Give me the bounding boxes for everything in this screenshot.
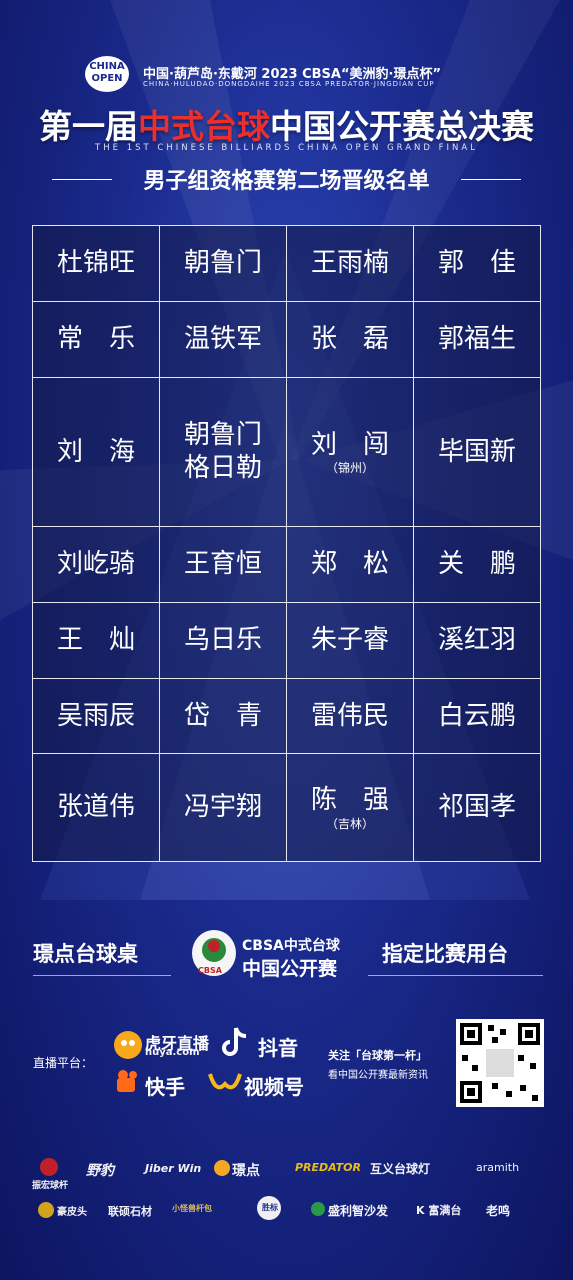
huya-icon — [114, 1031, 142, 1059]
huya-url: huya.com — [145, 1047, 200, 1058]
table-row: 吴雨辰 岱 青 雷伟民 白云鹏 — [32, 677, 541, 755]
brand-2: 野豹 — [86, 1163, 114, 1179]
platform-kuaishou[interactable]: 快手 — [145, 1071, 185, 1100]
follow-text: 关注「台球第一杆」 — [328, 1049, 427, 1062]
player-cell: 张道伟 — [32, 753, 160, 862]
main-title: 第一届中式台球中国公开赛总决赛 — [0, 100, 573, 148]
player-cell: 郭福生 — [413, 300, 541, 378]
player-cell: 郑 松 — [286, 526, 414, 603]
player-cell: 白云鹏 — [413, 677, 541, 755]
brand-13: K 富满台 — [416, 1204, 462, 1217]
player-cell: 王育恒 — [159, 526, 287, 603]
player-cell: 毕国新 — [413, 376, 541, 528]
brand-7: aramith — [476, 1161, 520, 1174]
roster-table: 杜锦旺 朝鲁门 王雨楠 郭 佳 常 乐 温铁军 张 磊 郭福生 刘 海 朝鲁门 … — [32, 225, 541, 862]
follow-subtext: 看中国公开赛最新资讯 — [328, 1070, 428, 1081]
brand-14: 老鸣 — [486, 1204, 511, 1218]
player-cell: 溪红羽 — [413, 601, 541, 679]
player-name-line2: 格日勒 — [183, 452, 262, 483]
player-cell: 岱 青 — [159, 677, 287, 755]
qr-pattern-icon — [460, 1023, 540, 1103]
player-cell: 张 磊 — [286, 300, 414, 378]
platform-shipinhao[interactable]: 视频号 — [244, 1071, 304, 1100]
player-name: 陈 强 — [310, 785, 389, 816]
divider — [33, 975, 171, 976]
brand-8: 豪皮头 — [57, 1207, 87, 1218]
douyin-icon — [222, 1027, 247, 1056]
brand-6: 互义台球灯 — [370, 1162, 431, 1176]
brand-10: 小怪兽杆包 — [172, 1204, 212, 1213]
event-subtitle-en: CHINA·HULUDAO·DONGDAIHE 2023 CBSA PREDAT… — [143, 80, 435, 88]
player-cell: 刘屹骑 — [32, 526, 160, 603]
table-row: 杜锦旺 朝鲁门 王雨楠 郭 佳 — [32, 225, 541, 302]
player-note: （吉林） — [325, 816, 374, 831]
player-cell: 温铁军 — [159, 300, 287, 378]
table-row: 张道伟 冯宇翔 陈 强 （吉林） 祁国孝 — [32, 753, 541, 862]
player-name: 朝鲁门 — [183, 420, 262, 451]
brand-4: 璟点 — [232, 1163, 260, 1179]
player-cell: 朝鲁门 — [159, 225, 287, 302]
player-cell: 吴雨辰 — [32, 677, 160, 755]
player-cell: 乌日乐 — [159, 601, 287, 679]
divider-right — [461, 179, 521, 180]
cbsa-line2: 中国公开赛 — [242, 958, 338, 980]
cbsa-line1: CBSA中式台球 — [242, 938, 340, 954]
sponsor-table-brand: 璟点台球桌 — [33, 942, 138, 966]
sponsor-official-table: 指定比赛用台 — [382, 942, 508, 966]
qr-code[interactable] — [456, 1019, 544, 1107]
player-cell: 常 乐 — [32, 300, 160, 378]
brand-9: 联硕石材 — [108, 1205, 152, 1218]
title-highlight: 中式台球 — [138, 107, 270, 146]
player-cell: 朱子睿 — [286, 601, 414, 679]
player-cell: 王 灿 — [32, 601, 160, 679]
player-cell: 朝鲁门 格日勒 — [159, 376, 287, 528]
player-cell: 祁国孝 — [413, 753, 541, 862]
player-note: （锦州） — [325, 461, 374, 476]
divider — [368, 975, 543, 976]
brand-logo-icon — [311, 1202, 325, 1216]
table-row: 王 灿 乌日乐 朱子睿 溪红羽 — [32, 601, 541, 679]
player-cell: 王雨楠 — [286, 225, 414, 302]
brand-3: Jiber Win — [145, 1162, 202, 1175]
channels-icon — [208, 1073, 242, 1090]
player-cell: 杜锦旺 — [32, 225, 160, 302]
player-cell: 陈 强 （吉林） — [286, 753, 414, 862]
title-en: THE 1ST CHINESE BILLIARDS CHINA OPEN GRA… — [95, 143, 478, 153]
brand-12: 盛利智沙发 — [328, 1204, 389, 1218]
player-name: 刘 闯 — [310, 429, 389, 460]
brand-11: 胜标 — [262, 1203, 278, 1212]
china-open-logo: CHINA OPEN — [85, 56, 129, 92]
brand-1: 振宏球杆 — [32, 1181, 69, 1191]
live-platform-label: 直播平台： — [33, 1056, 94, 1070]
table-row: 刘 海 朝鲁门 格日勒 刘 闯 （锦州） 毕国新 — [32, 376, 541, 528]
platform-douyin[interactable]: 抖音 — [258, 1032, 298, 1061]
brand-logo-icon — [40, 1158, 58, 1176]
table-row: 刘屹骑 王育恒 郑 松 关 鹏 — [32, 526, 541, 603]
player-cell: 刘 海 — [32, 376, 160, 528]
title-part1: 第一届 — [39, 107, 138, 146]
poster: CHINA OPEN 中国·葫芦岛·东戴河 2023 CBSA“美洲豹·璟点杯”… — [0, 0, 573, 1280]
brand-logo-icon — [214, 1160, 230, 1176]
player-cell: 雷伟民 — [286, 677, 414, 755]
kuaishou-icon — [117, 1070, 137, 1092]
player-cell: 郭 佳 — [413, 225, 541, 302]
title-part3: 中国公开赛总决赛 — [270, 107, 534, 146]
cbsa-badge-text: CBSA — [198, 966, 222, 975]
brand-logo-icon — [38, 1202, 54, 1218]
player-cell: 刘 闯 （锦州） — [286, 376, 414, 528]
brand-5: PREDATOR — [295, 1161, 361, 1174]
table-row: 常 乐 温铁军 张 磊 郭福生 — [32, 300, 541, 378]
player-cell: 关 鹏 — [413, 526, 541, 603]
player-cell: 冯宇翔 — [159, 753, 287, 862]
